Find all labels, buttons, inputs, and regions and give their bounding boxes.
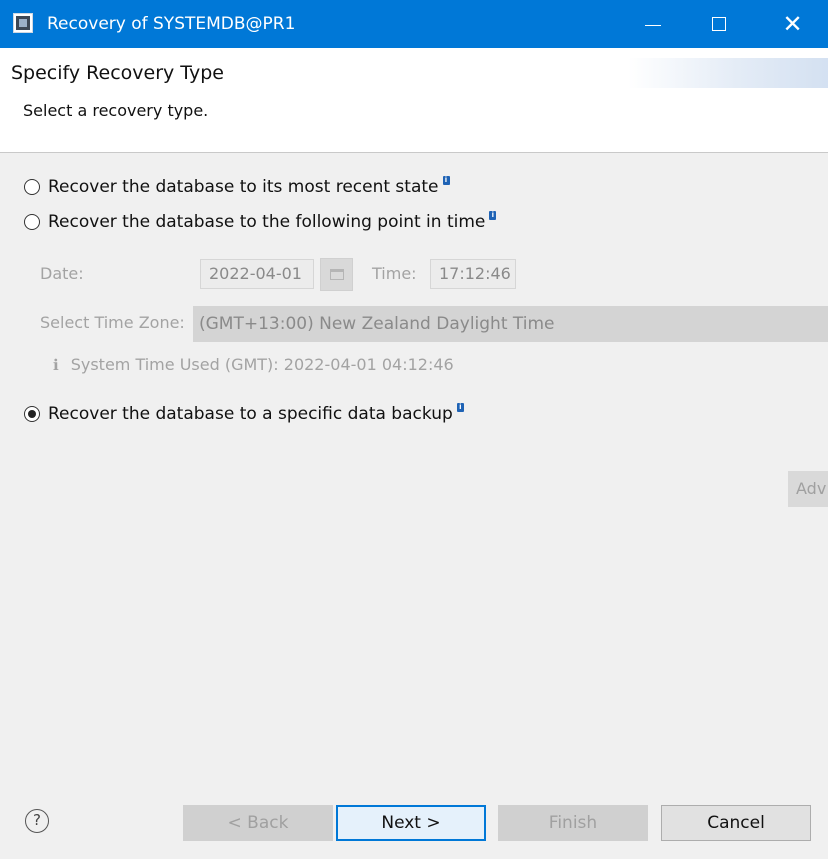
system-time-text: System Time Used (GMT): 2022-04-01 04:12… (70, 355, 454, 374)
option-specific-data-backup[interactable]: Recover the database to a specific data … (24, 402, 464, 426)
system-time-note: ℹ System Time Used (GMT): 2022-04-01 04:1… (53, 355, 454, 374)
timezone-select[interactable]: (GMT+13:00) New Zealand Daylight Time (193, 306, 828, 342)
timezone-label: Select Time Zone: (40, 313, 185, 332)
radio-point-in-time[interactable] (24, 214, 40, 230)
info-icon[interactable]: i (489, 210, 497, 220)
option-label: Recover the database to the following po… (48, 212, 486, 232)
title-bar: Recovery of SYSTEMDB@PR1 ✕ (0, 0, 828, 48)
page-description: Select a recovery type. (23, 101, 209, 120)
option-label: Recover the database to a specific data … (48, 404, 453, 424)
maximize-button[interactable] (686, 0, 752, 48)
cancel-button[interactable]: Cancel (661, 805, 811, 841)
close-icon: ✕ (782, 10, 803, 38)
next-button[interactable]: Next > (336, 805, 486, 841)
time-label: Time: (372, 264, 417, 283)
time-field[interactable]: 17:12:46 (430, 259, 516, 289)
info-icon[interactable]: i (456, 402, 464, 412)
info-icon: ℹ (53, 356, 59, 374)
date-label: Date: (40, 264, 84, 283)
window-title: Recovery of SYSTEMDB@PR1 (47, 14, 296, 34)
help-icon[interactable]: ? (25, 809, 49, 833)
calendar-icon (329, 269, 344, 280)
date-field[interactable]: 2022-04-01 (200, 259, 314, 289)
option-label: Recover the database to its most recent … (48, 177, 439, 197)
minimize-icon (645, 24, 661, 26)
wizard-header: Specify Recovery Type Select a recovery … (0, 48, 828, 153)
page-title: Specify Recovery Type (11, 62, 224, 84)
app-icon (13, 13, 33, 33)
radio-specific-data-backup[interactable] (24, 406, 40, 422)
minimize-button[interactable] (620, 0, 686, 48)
radio-most-recent-state[interactable] (24, 179, 40, 195)
banner-decoration (628, 58, 828, 88)
advanced-button[interactable]: Adv (788, 471, 828, 507)
option-most-recent-state[interactable]: Recover the database to its most recent … (24, 175, 450, 199)
info-icon[interactable]: i (442, 175, 450, 185)
calendar-button[interactable] (320, 258, 353, 291)
close-button[interactable]: ✕ (757, 0, 828, 48)
maximize-icon (712, 17, 726, 31)
finish-button[interactable]: Finish (498, 805, 648, 841)
back-button[interactable]: < Back (183, 805, 333, 841)
option-point-in-time[interactable]: Recover the database to the following po… (24, 210, 497, 234)
